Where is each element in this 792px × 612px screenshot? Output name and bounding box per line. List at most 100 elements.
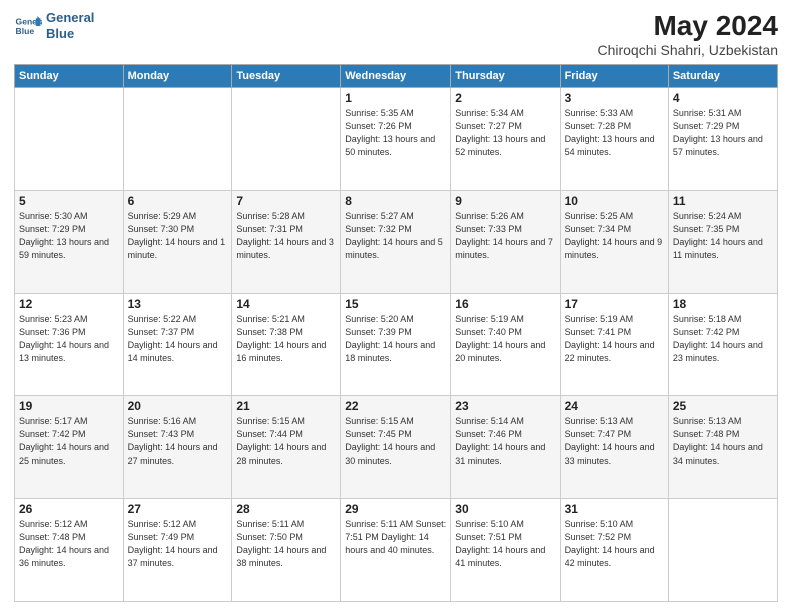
day-info: Sunrise: 5:35 AM Sunset: 7:26 PM Dayligh… [345,107,446,159]
day-number: 22 [345,399,446,413]
table-cell: 20 Sunrise: 5:16 AM Sunset: 7:43 PM Dayli… [123,396,232,499]
day-number: 31 [565,502,664,516]
table-cell: 24 Sunrise: 5:13 AM Sunset: 7:47 PM Dayli… [560,396,668,499]
day-number: 2 [455,91,555,105]
week-row-0: 1Sunrise: 5:35 AM Sunset: 7:26 PM Daylig… [15,88,778,191]
day-number: 3 [565,91,664,105]
table-cell: 19 Sunrise: 5:17 AM Sunset: 7:42 PM Dayli… [15,396,124,499]
day-info: Sunrise: 5:15 AM Sunset: 7:45 PM Dayligh… [345,415,446,467]
day-info: Sunrise: 5:14 AM Sunset: 7:46 PM Dayligh… [455,415,555,467]
week-row-4: 26 Sunrise: 5:12 AM Sunset: 7:48 PM Dayli… [15,499,778,602]
day-number: 13 [128,297,228,311]
day-number: 9 [455,194,555,208]
day-number: 24 [565,399,664,413]
page: General Blue General Blue May 2024 Chiro… [0,0,792,612]
day-number: 8 [345,194,446,208]
day-number: 26 [19,502,119,516]
day-number: 11 [673,194,773,208]
day-number: 15 [345,297,446,311]
day-info: Sunrise: 5:15 AM Sunset: 7:44 PM Dayligh… [236,415,336,467]
day-info: Sunrise: 5:25 AM Sunset: 7:34 PM Dayligh… [565,210,664,262]
table-cell [123,88,232,191]
table-cell: 1Sunrise: 5:35 AM Sunset: 7:26 PM Daylig… [341,88,451,191]
day-number: 17 [565,297,664,311]
table-cell: 16 Sunrise: 5:19 AM Sunset: 7:40 PM Dayli… [451,293,560,396]
header: General Blue General Blue May 2024 Chiro… [14,10,778,58]
day-number: 29 [345,502,446,516]
day-info: Sunrise: 5:10 AM Sunset: 7:51 PM Dayligh… [455,518,555,570]
day-info: Sunrise: 5:17 AM Sunset: 7:42 PM Dayligh… [19,415,119,467]
day-number: 6 [128,194,228,208]
table-cell: 4Sunrise: 5:31 AM Sunset: 7:29 PM Daylig… [668,88,777,191]
table-cell: 28Sunrise: 5:11 AM Sunset: 7:50 PM Dayli… [232,499,341,602]
day-number: 30 [455,502,555,516]
table-cell [15,88,124,191]
day-info: Sunrise: 5:28 AM Sunset: 7:31 PM Dayligh… [236,210,336,262]
table-cell: 25 Sunrise: 5:13 AM Sunset: 7:48 PM Dayli… [668,396,777,499]
day-info: Sunrise: 5:20 AM Sunset: 7:39 PM Dayligh… [345,313,446,365]
day-info: Sunrise: 5:30 AM Sunset: 7:29 PM Dayligh… [19,210,119,262]
table-cell: 18Sunrise: 5:18 AM Sunset: 7:42 PM Dayli… [668,293,777,396]
table-cell: 5 Sunrise: 5:30 AM Sunset: 7:29 PM Daylig… [15,190,124,293]
svg-text:Blue: Blue [16,25,35,35]
day-info: Sunrise: 5:10 AM Sunset: 7:52 PM Dayligh… [565,518,664,570]
table-cell: 11Sunrise: 5:24 AM Sunset: 7:35 PM Dayli… [668,190,777,293]
day-number: 20 [128,399,228,413]
table-cell: 14 Sunrise: 5:21 AM Sunset: 7:38 PM Dayli… [232,293,341,396]
day-number: 7 [236,194,336,208]
day-info: Sunrise: 5:12 AM Sunset: 7:48 PM Dayligh… [19,518,119,570]
table-cell: 2 Sunrise: 5:34 AM Sunset: 7:27 PM Daylig… [451,88,560,191]
table-cell: 26 Sunrise: 5:12 AM Sunset: 7:48 PM Dayli… [15,499,124,602]
col-wednesday: Wednesday [341,65,451,88]
day-number: 5 [19,194,119,208]
day-info: Sunrise: 5:22 AM Sunset: 7:37 PM Dayligh… [128,313,228,365]
table-cell: 27 Sunrise: 5:12 AM Sunset: 7:49 PM Dayli… [123,499,232,602]
day-info: Sunrise: 5:19 AM Sunset: 7:41 PM Dayligh… [565,313,664,365]
day-number: 19 [19,399,119,413]
day-info: Sunrise: 5:34 AM Sunset: 7:27 PM Dayligh… [455,107,555,159]
table-cell: 15 Sunrise: 5:20 AM Sunset: 7:39 PM Dayli… [341,293,451,396]
day-number: 14 [236,297,336,311]
table-cell: 17 Sunrise: 5:19 AM Sunset: 7:41 PM Dayli… [560,293,668,396]
week-row-3: 19 Sunrise: 5:17 AM Sunset: 7:42 PM Dayli… [15,396,778,499]
table-cell: 21 Sunrise: 5:15 AM Sunset: 7:44 PM Dayli… [232,396,341,499]
col-friday: Friday [560,65,668,88]
header-row: Sunday Monday Tuesday Wednesday Thursday… [15,65,778,88]
table-cell: 6Sunrise: 5:29 AM Sunset: 7:30 PM Daylig… [123,190,232,293]
title-area: May 2024 Chiroqchi Shahri, Uzbekistan [597,10,778,58]
table-cell: 23 Sunrise: 5:14 AM Sunset: 7:46 PM Dayli… [451,396,560,499]
table-cell [232,88,341,191]
day-info: Sunrise: 5:13 AM Sunset: 7:47 PM Dayligh… [565,415,664,467]
day-number: 27 [128,502,228,516]
table-cell: 22 Sunrise: 5:15 AM Sunset: 7:45 PM Dayli… [341,396,451,499]
day-number: 4 [673,91,773,105]
day-info: Sunrise: 5:12 AM Sunset: 7:49 PM Dayligh… [128,518,228,570]
calendar-table: Sunday Monday Tuesday Wednesday Thursday… [14,64,778,602]
day-number: 25 [673,399,773,413]
day-number: 18 [673,297,773,311]
day-number: 16 [455,297,555,311]
col-monday: Monday [123,65,232,88]
day-info: Sunrise: 5:19 AM Sunset: 7:40 PM Dayligh… [455,313,555,365]
table-cell: 8Sunrise: 5:27 AM Sunset: 7:32 PM Daylig… [341,190,451,293]
table-cell [668,499,777,602]
col-thursday: Thursday [451,65,560,88]
day-number: 28 [236,502,336,516]
table-cell: 10Sunrise: 5:25 AM Sunset: 7:34 PM Dayli… [560,190,668,293]
day-info: Sunrise: 5:16 AM Sunset: 7:43 PM Dayligh… [128,415,228,467]
week-row-1: 5 Sunrise: 5:30 AM Sunset: 7:29 PM Daylig… [15,190,778,293]
day-number: 23 [455,399,555,413]
day-info: Sunrise: 5:13 AM Sunset: 7:48 PM Dayligh… [673,415,773,467]
day-info: Sunrise: 5:11 AM Sunset: 7:51 PM Dayligh… [345,518,446,557]
table-cell: 9 Sunrise: 5:26 AM Sunset: 7:33 PM Daylig… [451,190,560,293]
day-number: 21 [236,399,336,413]
col-tuesday: Tuesday [232,65,341,88]
table-cell: 7 Sunrise: 5:28 AM Sunset: 7:31 PM Daylig… [232,190,341,293]
main-title: May 2024 [597,10,778,42]
day-info: Sunrise: 5:21 AM Sunset: 7:38 PM Dayligh… [236,313,336,365]
col-saturday: Saturday [668,65,777,88]
table-cell: 12Sunrise: 5:23 AM Sunset: 7:36 PM Dayli… [15,293,124,396]
table-cell: 31 Sunrise: 5:10 AM Sunset: 7:52 PM Dayli… [560,499,668,602]
day-info: Sunrise: 5:26 AM Sunset: 7:33 PM Dayligh… [455,210,555,262]
table-cell: 3Sunrise: 5:33 AM Sunset: 7:28 PM Daylig… [560,88,668,191]
